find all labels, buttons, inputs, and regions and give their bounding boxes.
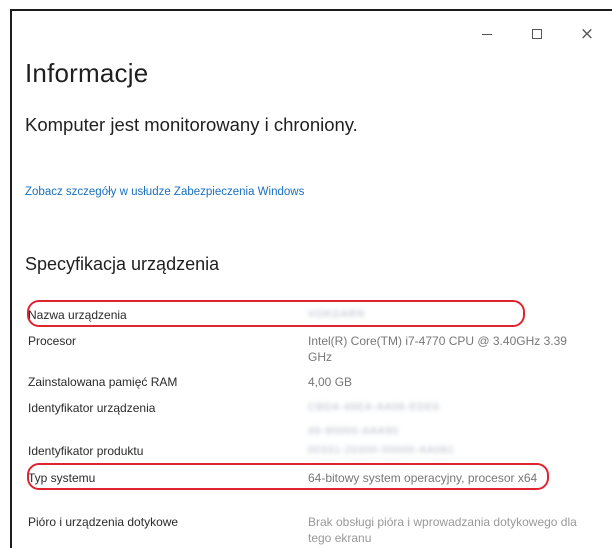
highlight-system-type <box>27 463 549 490</box>
spec-value: 4,00 GB <box>308 375 353 389</box>
minimize-button[interactable] <box>462 19 512 49</box>
spec-value: Brak obsługi pióra i wprowadzania dotyko… <box>308 515 577 545</box>
minimize-icon <box>482 33 492 35</box>
spec-label: Zainstalowana pamięć RAM <box>28 375 178 389</box>
spec-label: Pióro i urządzenia dotykowe <box>28 515 179 529</box>
device-specs-heading: Specyfikacja urządzenia <box>25 254 220 274</box>
highlight-device-name <box>27 300 525 327</box>
close-button[interactable]: × <box>562 19 612 49</box>
spec-value-redacted: 00331-20300-00000-AA081 <box>308 445 455 456</box>
spec-label: Identyfikator urządzenia <box>28 401 156 415</box>
maximize-icon <box>532 29 542 39</box>
spec-value-redacted: CBDA-49EA-AA08-EDE6 <box>308 402 440 413</box>
protection-status-text: Komputer jest monitorowany i chroniony. <box>25 114 358 135</box>
close-icon: × <box>579 24 595 44</box>
maximize-button[interactable] <box>512 19 562 49</box>
page-title: Informacje <box>25 58 149 88</box>
windows-security-link[interactable]: Zobacz szczegóły w usłudze Zabezpieczeni… <box>25 184 365 200</box>
spec-label: Identyfikator produktu <box>28 444 144 458</box>
spec-value: Intel(R) Core(TM) i7-4770 CPU @ 3.40GHz … <box>308 334 567 364</box>
spec-value-redacted: 49-90000-AAA90 <box>308 426 399 437</box>
title-bar-controls: × <box>462 19 612 49</box>
spec-label: Procesor <box>28 334 77 348</box>
